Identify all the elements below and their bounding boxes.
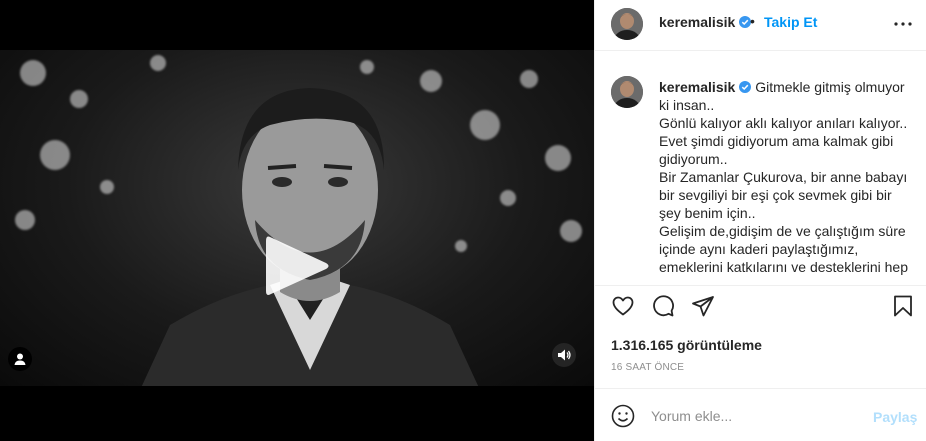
bokeh-light — [70, 90, 88, 108]
user-tag-icon[interactable] — [8, 347, 32, 371]
caption-username-text: keremalisik — [659, 79, 736, 95]
caption-line: Bir Zamanlar Çukurova, bir anne babayı b… — [659, 169, 908, 221]
action-bar — [595, 285, 926, 331]
separator-dot: • — [750, 13, 755, 29]
share-icon[interactable] — [691, 294, 715, 318]
emoji-icon[interactable] — [611, 404, 635, 428]
speaker-icon — [558, 349, 571, 361]
post-header: keremalisik • Takip Et — [595, 0, 926, 51]
comment-input[interactable] — [651, 403, 861, 429]
caption-line: Evet şimdi gidiyorum ama kalmak gibi gid… — [659, 133, 894, 167]
bokeh-light — [500, 190, 516, 206]
bokeh-light — [40, 140, 70, 170]
caption-line: Gelişim de,gidişim de ve çalıştığım süre… — [659, 223, 909, 275]
bookmark-icon[interactable] — [891, 294, 915, 318]
post-media — [0, 0, 594, 441]
bokeh-light — [560, 220, 582, 242]
bokeh-light — [150, 55, 166, 71]
bokeh-light — [20, 60, 46, 86]
user-icon — [14, 353, 26, 365]
play-icon[interactable] — [262, 233, 332, 299]
comments-area[interactable]: keremalisik Gitmekle gitmiş olmuyor ki i… — [595, 52, 926, 285]
view-count[interactable]: 1.316.165 görüntüleme — [611, 337, 762, 353]
volume-icon[interactable] — [552, 343, 576, 367]
post-caption: keremalisik Gitmekle gitmiş olmuyor ki i… — [659, 78, 911, 276]
video-player[interactable] — [0, 50, 594, 386]
avatar[interactable] — [611, 76, 643, 108]
caption-username[interactable]: keremalisik — [659, 79, 752, 95]
add-comment-bar: Paylaş — [595, 388, 926, 441]
more-options-icon[interactable] — [891, 12, 915, 36]
avatar[interactable] — [611, 8, 643, 40]
bokeh-light — [520, 70, 538, 88]
bokeh-light — [100, 180, 114, 194]
username-text: keremalisik — [659, 14, 736, 30]
comment-icon[interactable] — [651, 294, 675, 318]
video-thumbnail-person — [141, 88, 479, 386]
username-link[interactable]: keremalisik — [659, 14, 752, 30]
post-comment-button[interactable]: Paylaş — [873, 409, 917, 425]
post-timestamp[interactable]: 16 SAAT ÖNCE — [611, 362, 684, 373]
verified-badge-icon — [739, 81, 752, 93]
caption-line: Gönlü kalıyor aklı kalıyor anıları kalıy… — [659, 115, 908, 131]
post-side-panel: keremalisik • Takip Et keremalisik Gitme… — [594, 0, 926, 441]
heart-icon[interactable] — [611, 294, 635, 318]
bokeh-light — [545, 145, 571, 171]
bokeh-light — [15, 210, 35, 230]
follow-button[interactable]: Takip Et — [764, 14, 817, 30]
